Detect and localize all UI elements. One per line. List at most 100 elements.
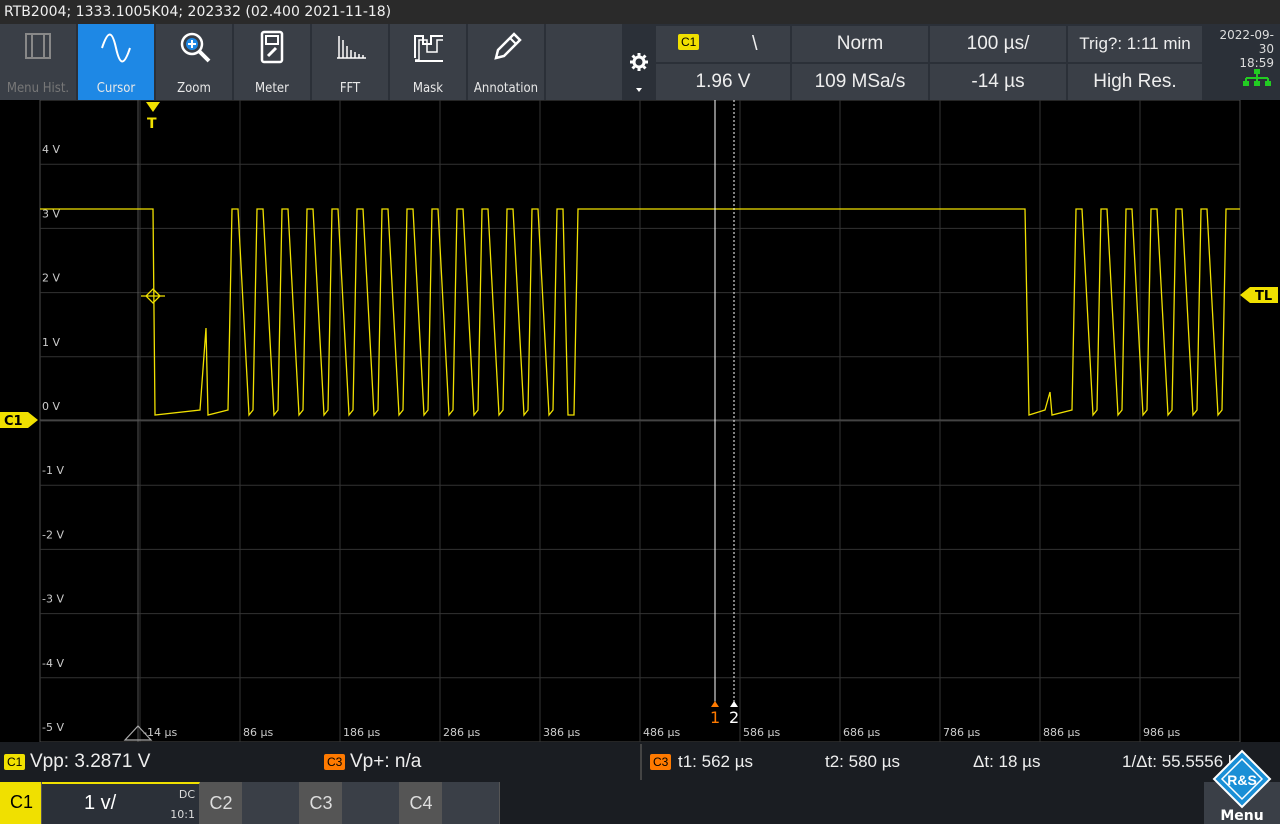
tool-mask-button[interactable]: Mask — [390, 24, 466, 100]
channel-1-scale: 1 v/ — [84, 792, 117, 814]
tool-label: Zoom — [177, 81, 211, 96]
trigger-marker-label: T — [147, 116, 157, 132]
fft-spectrum-icon — [337, 36, 366, 59]
tool-zoom-button[interactable]: Zoom — [156, 24, 232, 100]
cursor-t2-value[interactable]: t2: 580 µs — [825, 752, 900, 772]
settings-button[interactable] — [624, 24, 654, 100]
tool-label: Meter — [255, 81, 289, 96]
cursor-t1-value[interactable]: t1: 562 µs — [678, 752, 753, 772]
tool-label: Mask — [412, 81, 444, 96]
rs-logo[interactable]: R&S — [1212, 749, 1272, 809]
trigger-source-cell[interactable]: C1 \ — [656, 26, 790, 62]
tool-meter-button[interactable]: Meter — [234, 24, 310, 100]
meas1-value[interactable]: Vpp: 3.2871 V — [30, 751, 150, 773]
annotation-pen-icon — [494, 32, 522, 60]
channel-1-coupling: DC — [178, 788, 195, 801]
meas2-value[interactable]: Vp+: n/a — [350, 751, 421, 773]
sample-rate-cell[interactable]: 109 MSa/s — [792, 64, 928, 100]
trigger-slope-icon: \ — [752, 33, 758, 55]
y-axis-labels: 4 V3 V2 V1 V0 V-1 V-2 V-3 V-4 V-5 V — [42, 143, 64, 734]
title-bar: RTB2004; 1333.1005K04; 202332 (02.400 20… — [0, 0, 1280, 24]
zoom-magnifier-icon — [180, 32, 211, 63]
trigger-source-badge: C1 — [678, 34, 700, 50]
channel-2-tab[interactable]: C2 — [200, 782, 300, 824]
acquisition-mode-cell[interactable]: High Res. — [1068, 64, 1202, 100]
y-tick-label: -4 V — [42, 657, 64, 670]
channel-4-tab[interactable]: C4 — [400, 782, 500, 824]
cursor-delta-value[interactable]: Δt: 18 µs — [973, 752, 1040, 772]
x-tick-label: 686 µs — [843, 726, 880, 739]
meas1-source-badge: C1 — [4, 754, 26, 770]
cursor-source-badge: C3 — [650, 754, 672, 770]
channel-1-probe: 10:1 — [170, 808, 195, 821]
channel-2-label: C2 — [200, 782, 242, 824]
y-tick-label: 0 V — [42, 400, 60, 413]
y-tick-label: -3 V — [42, 593, 64, 606]
graticule — [39, 100, 1241, 742]
trigger-level-cell[interactable]: 1.96 V — [656, 64, 790, 100]
y-tick-label: 1 V — [42, 336, 60, 349]
cursor-2-handle[interactable] — [730, 701, 738, 707]
trigger-status-cell[interactable]: Trig?: 1:11 min — [1068, 26, 1202, 62]
tool-empty-slot — [546, 24, 622, 100]
tool-label: Cursor — [96, 81, 136, 96]
channel-3-label: C3 — [300, 782, 342, 824]
cursor-1-handle[interactable] — [711, 701, 719, 707]
cursor-lines[interactable]: 12 — [710, 100, 739, 727]
tool-label: FFT — [339, 81, 361, 96]
x-tick-label: 786 µs — [943, 726, 980, 739]
menu-label: Menu — [1220, 808, 1264, 824]
rs-logo-text: R&S — [1227, 772, 1257, 788]
measurement-bar: C1 Vpp: 3.2871 V C3 Vp+: n/a C3 t1: 562 … — [0, 742, 1280, 782]
channel-4-label: C4 — [400, 782, 442, 824]
y-tick-label: -2 V — [42, 528, 64, 541]
tool-annotation-button[interactable]: Annotation — [468, 24, 544, 100]
x-axis-labels: -14 µs 86 µs 186 µs 286 µs 386 µs 486 µs 586 µ… — [143, 726, 1180, 739]
x-tick-label: 986 µs — [1143, 726, 1180, 739]
rs-logo-icon: R&S — [1212, 749, 1272, 809]
dropdown-caret-icon — [636, 88, 642, 92]
meas2-source-badge: C3 — [324, 754, 346, 770]
network-icon — [1243, 69, 1271, 86]
channel-bar: C1 1 v/ DC 10:1 C2 C3 C4 Menu — [0, 782, 1280, 824]
x-tick-label: 286 µs — [443, 726, 480, 739]
tool-menu-history-button[interactable]: Menu Hist. — [0, 24, 76, 100]
x-tick-label: 586 µs — [743, 726, 780, 739]
x-tick-label: 486 µs — [643, 726, 680, 739]
tool-fft-button[interactable]: FFT — [312, 24, 388, 100]
channel-1-label: C1 — [10, 792, 34, 812]
waveform-display[interactable]: 4 V3 V2 V1 V0 V-1 V-2 V-3 V-4 V-5 V -14 … — [0, 100, 1280, 742]
channel-1-tab[interactable]: C1 — [0, 782, 42, 824]
trigger-position-marker[interactable] — [146, 102, 160, 112]
trigger-mode-cell[interactable]: Norm — [792, 26, 928, 62]
cursor-1-label: 1 — [710, 708, 720, 727]
tool-label: Menu Hist. — [6, 81, 70, 96]
datetime-display: 2022-09-30 18:59 — [1206, 24, 1280, 100]
cursor-2-label: 2 — [729, 708, 739, 727]
trigger-point-marker — [141, 288, 165, 304]
channel-offset-label: C1 — [4, 414, 23, 429]
cursor-sine-icon — [101, 33, 131, 63]
trigger-level-label: TL — [1255, 289, 1272, 304]
horizontal-position-cell[interactable]: -14 µs — [930, 64, 1066, 100]
x-tick-label: 886 µs — [1043, 726, 1080, 739]
mask-icon — [414, 35, 443, 62]
y-tick-label: -1 V — [42, 464, 64, 477]
x-tick-label: 86 µs — [243, 726, 273, 739]
x-tick-label: 186 µs — [343, 726, 380, 739]
date-text: 2022-09-30 — [1219, 28, 1274, 56]
menu-history-icon — [25, 33, 51, 59]
y-tick-label: -5 V — [42, 721, 64, 734]
meas-divider — [640, 744, 642, 780]
channel-3-tab[interactable]: C3 — [300, 782, 400, 824]
timebase-cell[interactable]: 100 µs/ — [930, 26, 1066, 62]
y-tick-label: 2 V — [42, 272, 60, 285]
meter-icon — [260, 30, 284, 64]
tool-label: Annotation — [473, 81, 539, 96]
tool-cursor-button[interactable]: Cursor — [78, 24, 154, 100]
y-tick-label: 4 V — [42, 143, 60, 156]
gear-icon — [630, 53, 648, 71]
toolbar: Menu Hist. Cursor Zoom Meter FFT Mask An… — [0, 24, 1280, 100]
x-tick-label: 386 µs — [543, 726, 580, 739]
channel-1-settings[interactable]: 1 v/ DC 10:1 — [42, 782, 200, 824]
